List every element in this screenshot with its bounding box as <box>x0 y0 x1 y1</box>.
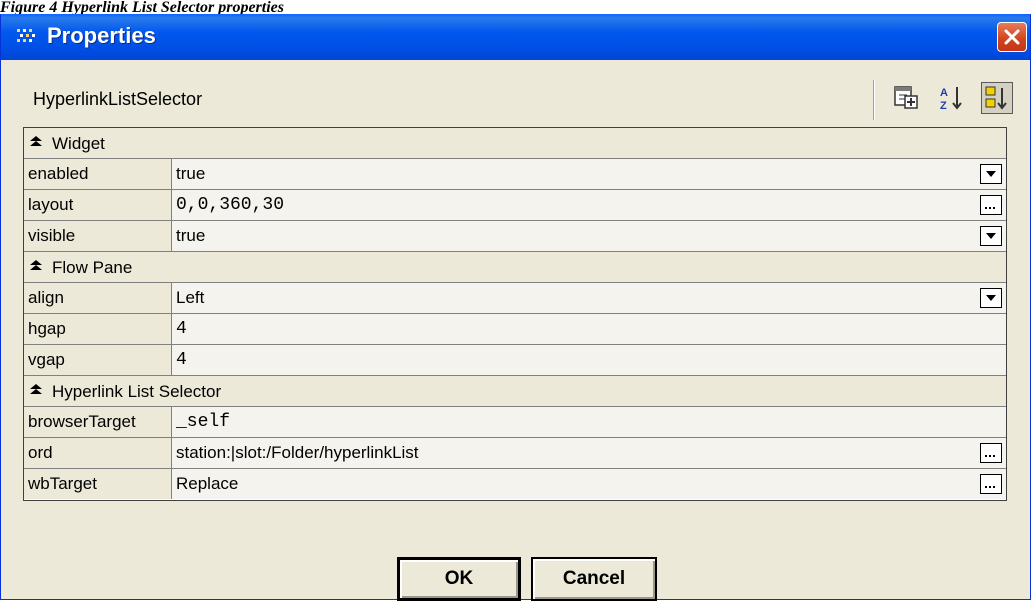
property-name: browserTarget <box>24 407 172 437</box>
property-value[interactable]: 0,0,360,30 <box>172 190 1006 220</box>
property-row-hgap[interactable]: hgap 4 <box>24 314 1006 345</box>
ellipsis-button[interactable] <box>980 195 1002 215</box>
property-name: align <box>24 283 172 313</box>
collapse-icon <box>29 135 43 154</box>
property-name: wbTarget <box>24 469 172 499</box>
property-row-wb-target[interactable]: wbTarget Replace <box>24 469 1006 500</box>
sort-alpha-icon: A Z <box>940 87 962 112</box>
property-name: layout <box>24 190 172 220</box>
collapse-icon <box>29 259 43 278</box>
property-value[interactable]: Replace <box>172 469 1006 499</box>
svg-text:A: A <box>940 87 948 99</box>
property-row-vgap[interactable]: vgap 4 <box>24 345 1006 376</box>
property-row-layout[interactable]: layout 0,0,360,30 <box>24 190 1006 221</box>
window-title: Properties <box>47 23 156 48</box>
property-value[interactable]: true <box>172 221 1006 251</box>
properties-app-icon <box>15 27 37 47</box>
category-flow-pane[interactable]: Flow Pane <box>24 252 1006 283</box>
property-value[interactable]: true <box>172 159 1006 189</box>
add-slot-icon <box>894 86 918 109</box>
dropdown-arrow-icon[interactable] <box>980 164 1002 184</box>
property-name: vgap <box>24 345 172 375</box>
category-label: Hyperlink List Selector <box>52 382 222 401</box>
sort-natural-button[interactable] <box>981 82 1013 114</box>
property-row-ord[interactable]: ord station:|slot:/Folder/hyperlinkList <box>24 438 1006 469</box>
property-value[interactable]: station:|slot:/Folder/hyperlinkList <box>172 438 1006 468</box>
property-name: enabled <box>24 159 172 189</box>
component-header: HyperlinkListSelector A Z <box>19 80 1015 120</box>
dropdown-arrow-icon[interactable] <box>980 226 1002 246</box>
ellipsis-button[interactable] <box>980 474 1002 494</box>
sort-alpha-button[interactable]: A Z <box>937 82 969 114</box>
ok-button[interactable]: OK <box>397 557 521 601</box>
property-value[interactable]: 4 <box>172 314 1006 344</box>
component-name: HyperlinkListSelector <box>33 89 203 109</box>
property-name: visible <box>24 221 172 251</box>
ellipsis-button[interactable] <box>980 443 1002 463</box>
property-row-align[interactable]: align Left <box>24 283 1006 314</box>
collapse-icon <box>29 383 43 402</box>
category-hyperlink-list-selector[interactable]: Hyperlink List Selector <box>24 376 1006 407</box>
sort-natural-icon <box>985 86 1007 110</box>
category-label: Flow Pane <box>52 258 133 277</box>
dropdown-arrow-icon[interactable] <box>980 288 1002 308</box>
title-bar[interactable]: Properties <box>1 14 1030 60</box>
property-row-enabled[interactable]: enabled true <box>24 159 1006 190</box>
close-icon <box>1004 29 1020 45</box>
property-row-browser-target[interactable]: browserTarget _self <box>24 407 1006 438</box>
property-value[interactable]: Left <box>172 283 1006 313</box>
close-button[interactable] <box>997 22 1027 52</box>
property-sheet: Widget enabled true layout 0,0,360,30 vi… <box>23 127 1007 501</box>
property-value[interactable]: 4 <box>172 345 1006 375</box>
property-value[interactable]: _self <box>172 407 1006 437</box>
cancel-button[interactable]: Cancel <box>531 557 657 601</box>
properties-dialog: Properties HyperlinkListSelector A Z Wid… <box>0 14 1031 601</box>
property-name: ord <box>24 438 172 468</box>
svg-text:Z: Z <box>940 100 947 112</box>
property-row-visible[interactable]: visible true <box>24 221 1006 252</box>
category-widget[interactable]: Widget <box>24 128 1006 159</box>
property-name: hgap <box>24 314 172 344</box>
toolbar-separator <box>873 80 875 120</box>
add-slot-button[interactable] <box>891 82 923 114</box>
category-label: Widget <box>52 134 105 153</box>
